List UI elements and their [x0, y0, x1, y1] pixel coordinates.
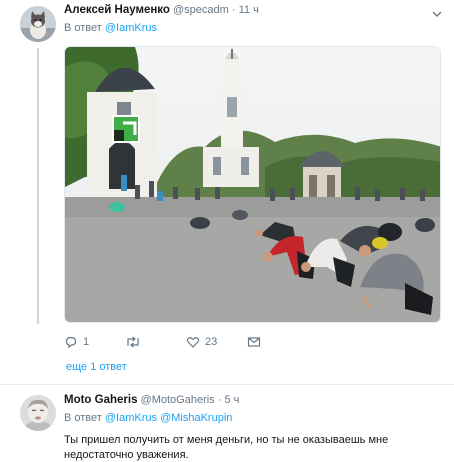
dm-action[interactable]	[247, 334, 261, 350]
cat-avatar-image	[20, 6, 56, 42]
reply-to-prefix: В ответ	[64, 412, 102, 424]
retweet-icon	[127, 336, 139, 348]
show-more-replies-link[interactable]: еще 1 ответ	[66, 361, 127, 373]
mention-link[interactable]: @MishaKrupin	[160, 412, 232, 424]
reply-to-line: В ответ @IamKrus @MishaKrupin	[64, 412, 232, 424]
author-name[interactable]: Алексей Науменко	[64, 4, 170, 16]
tweet-text: Ты пришел получить от меня деньги, но ты…	[64, 434, 389, 461]
reply-count: 1	[83, 336, 90, 348]
retweet-action[interactable]	[125, 334, 146, 350]
heart-icon	[186, 337, 200, 348]
like-action[interactable]: 23	[186, 334, 217, 350]
separator-dot: ·	[217, 394, 222, 406]
tweet-alexey[interactable]: Алексей Науменко @specadm · 11 ч В ответ…	[0, 0, 454, 384]
photo-church-square	[65, 47, 440, 322]
avatar-alexey[interactable]	[20, 6, 56, 42]
reply-to-prefix: В ответ	[64, 22, 102, 34]
mention-link[interactable]: @IamKrus	[105, 412, 157, 424]
separator-dot: ·	[231, 4, 236, 16]
tweet-header: Алексей Науменко @specadm · 11 ч	[64, 4, 259, 16]
mention-link[interactable]: @IamKrus	[105, 22, 157, 34]
baby-avatar-image	[20, 395, 56, 431]
thread-line	[37, 48, 39, 324]
tweet-photo[interactable]	[64, 46, 441, 323]
chevron-down-icon[interactable]	[432, 6, 442, 17]
author-name[interactable]: Moto Gaheris	[64, 394, 137, 406]
tweet-actions: 1 23	[64, 334, 324, 350]
author-handle[interactable]: @MotoGaheris	[141, 394, 215, 406]
tweet-time[interactable]: 5 ч	[224, 394, 239, 406]
like-count: 23	[205, 336, 218, 348]
reply-to-line: В ответ @IamKrus	[64, 22, 157, 34]
reply-action[interactable]: 1	[64, 334, 89, 350]
tweet-header: Moto Gaheris @MotoGaheris · 5 ч	[64, 394, 239, 406]
avatar-moto-gaheris[interactable]	[20, 395, 56, 431]
envelope-icon	[247, 337, 261, 347]
tweet-moto-gaheris[interactable]: Moto Gaheris @MotoGaheris · 5 ч В ответ …	[0, 385, 454, 462]
tweet-time[interactable]: 11 ч	[239, 4, 259, 16]
reply-icon	[65, 336, 77, 349]
author-handle[interactable]: @specadm	[173, 4, 229, 16]
